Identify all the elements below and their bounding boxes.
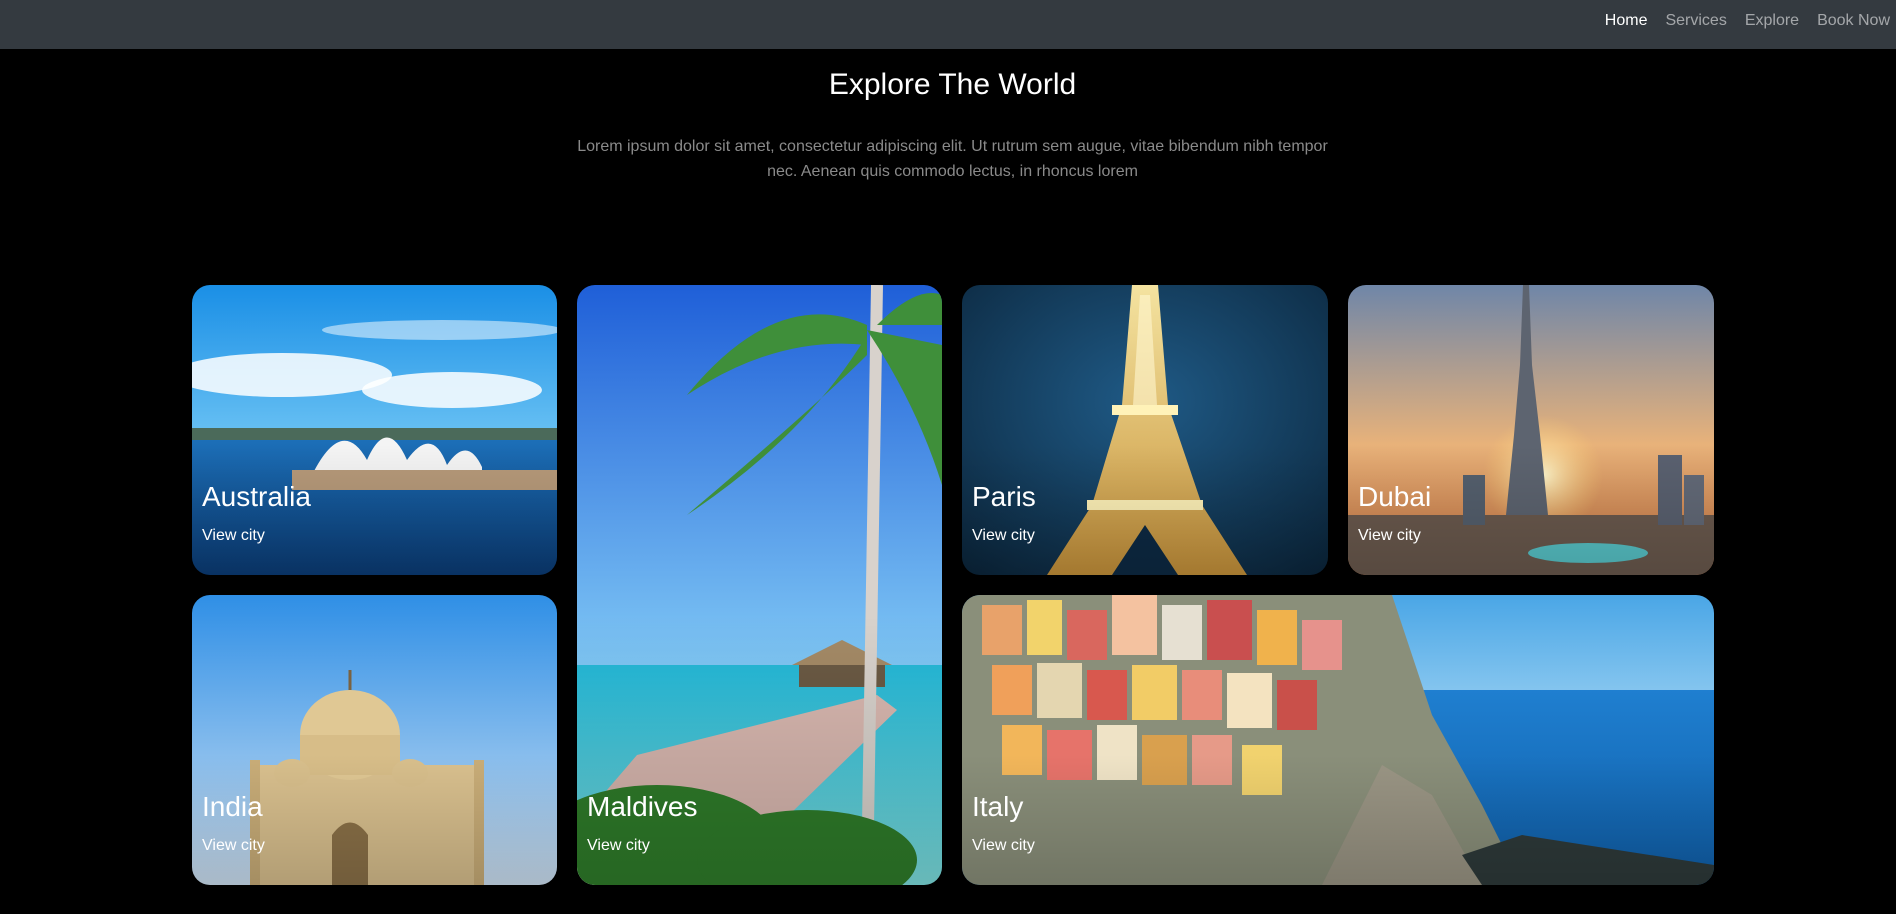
nav-links: Home Services Explore Book Now: [1587, 0, 1890, 42]
view-city-link[interactable]: View city: [1358, 527, 1421, 545]
destination-card-dubai[interactable]: Dubai View city: [1348, 285, 1714, 575]
view-city-link[interactable]: View city: [587, 837, 650, 855]
navbar: Home Services Explore Book Now: [0, 0, 1896, 49]
intro-text: Lorem ipsum dolor sit amet, consectetur …: [577, 138, 1328, 180]
card-title: Italy: [972, 791, 1024, 822]
card-title: Dubai: [1358, 481, 1432, 512]
card-overlay: [962, 595, 1714, 885]
card-title: Australia: [202, 481, 311, 512]
destination-card-australia[interactable]: Australia View city: [192, 285, 557, 575]
card-title: India: [202, 791, 263, 822]
destination-card-maldives[interactable]: Maldives View city: [577, 285, 942, 885]
view-city-link[interactable]: View city: [202, 837, 265, 855]
destination-card-italy[interactable]: Italy View city: [962, 595, 1714, 885]
card-title: Maldives: [587, 791, 698, 822]
nav-book-now-link[interactable]: Book Now: [1817, 12, 1890, 30]
nav-services-link[interactable]: Services: [1665, 12, 1726, 30]
nav-home-link[interactable]: Home: [1605, 12, 1648, 30]
destination-card-india[interactable]: India View city: [192, 595, 557, 885]
page-title: Explore The World: [828, 68, 1077, 101]
nav-explore-link[interactable]: Explore: [1745, 12, 1799, 30]
view-city-link[interactable]: View city: [972, 527, 1035, 545]
destination-card-paris[interactable]: Paris View city: [962, 285, 1328, 575]
view-city-link[interactable]: View city: [202, 527, 265, 545]
card-title: Paris: [972, 481, 1036, 512]
view-city-link[interactable]: View city: [972, 837, 1035, 855]
